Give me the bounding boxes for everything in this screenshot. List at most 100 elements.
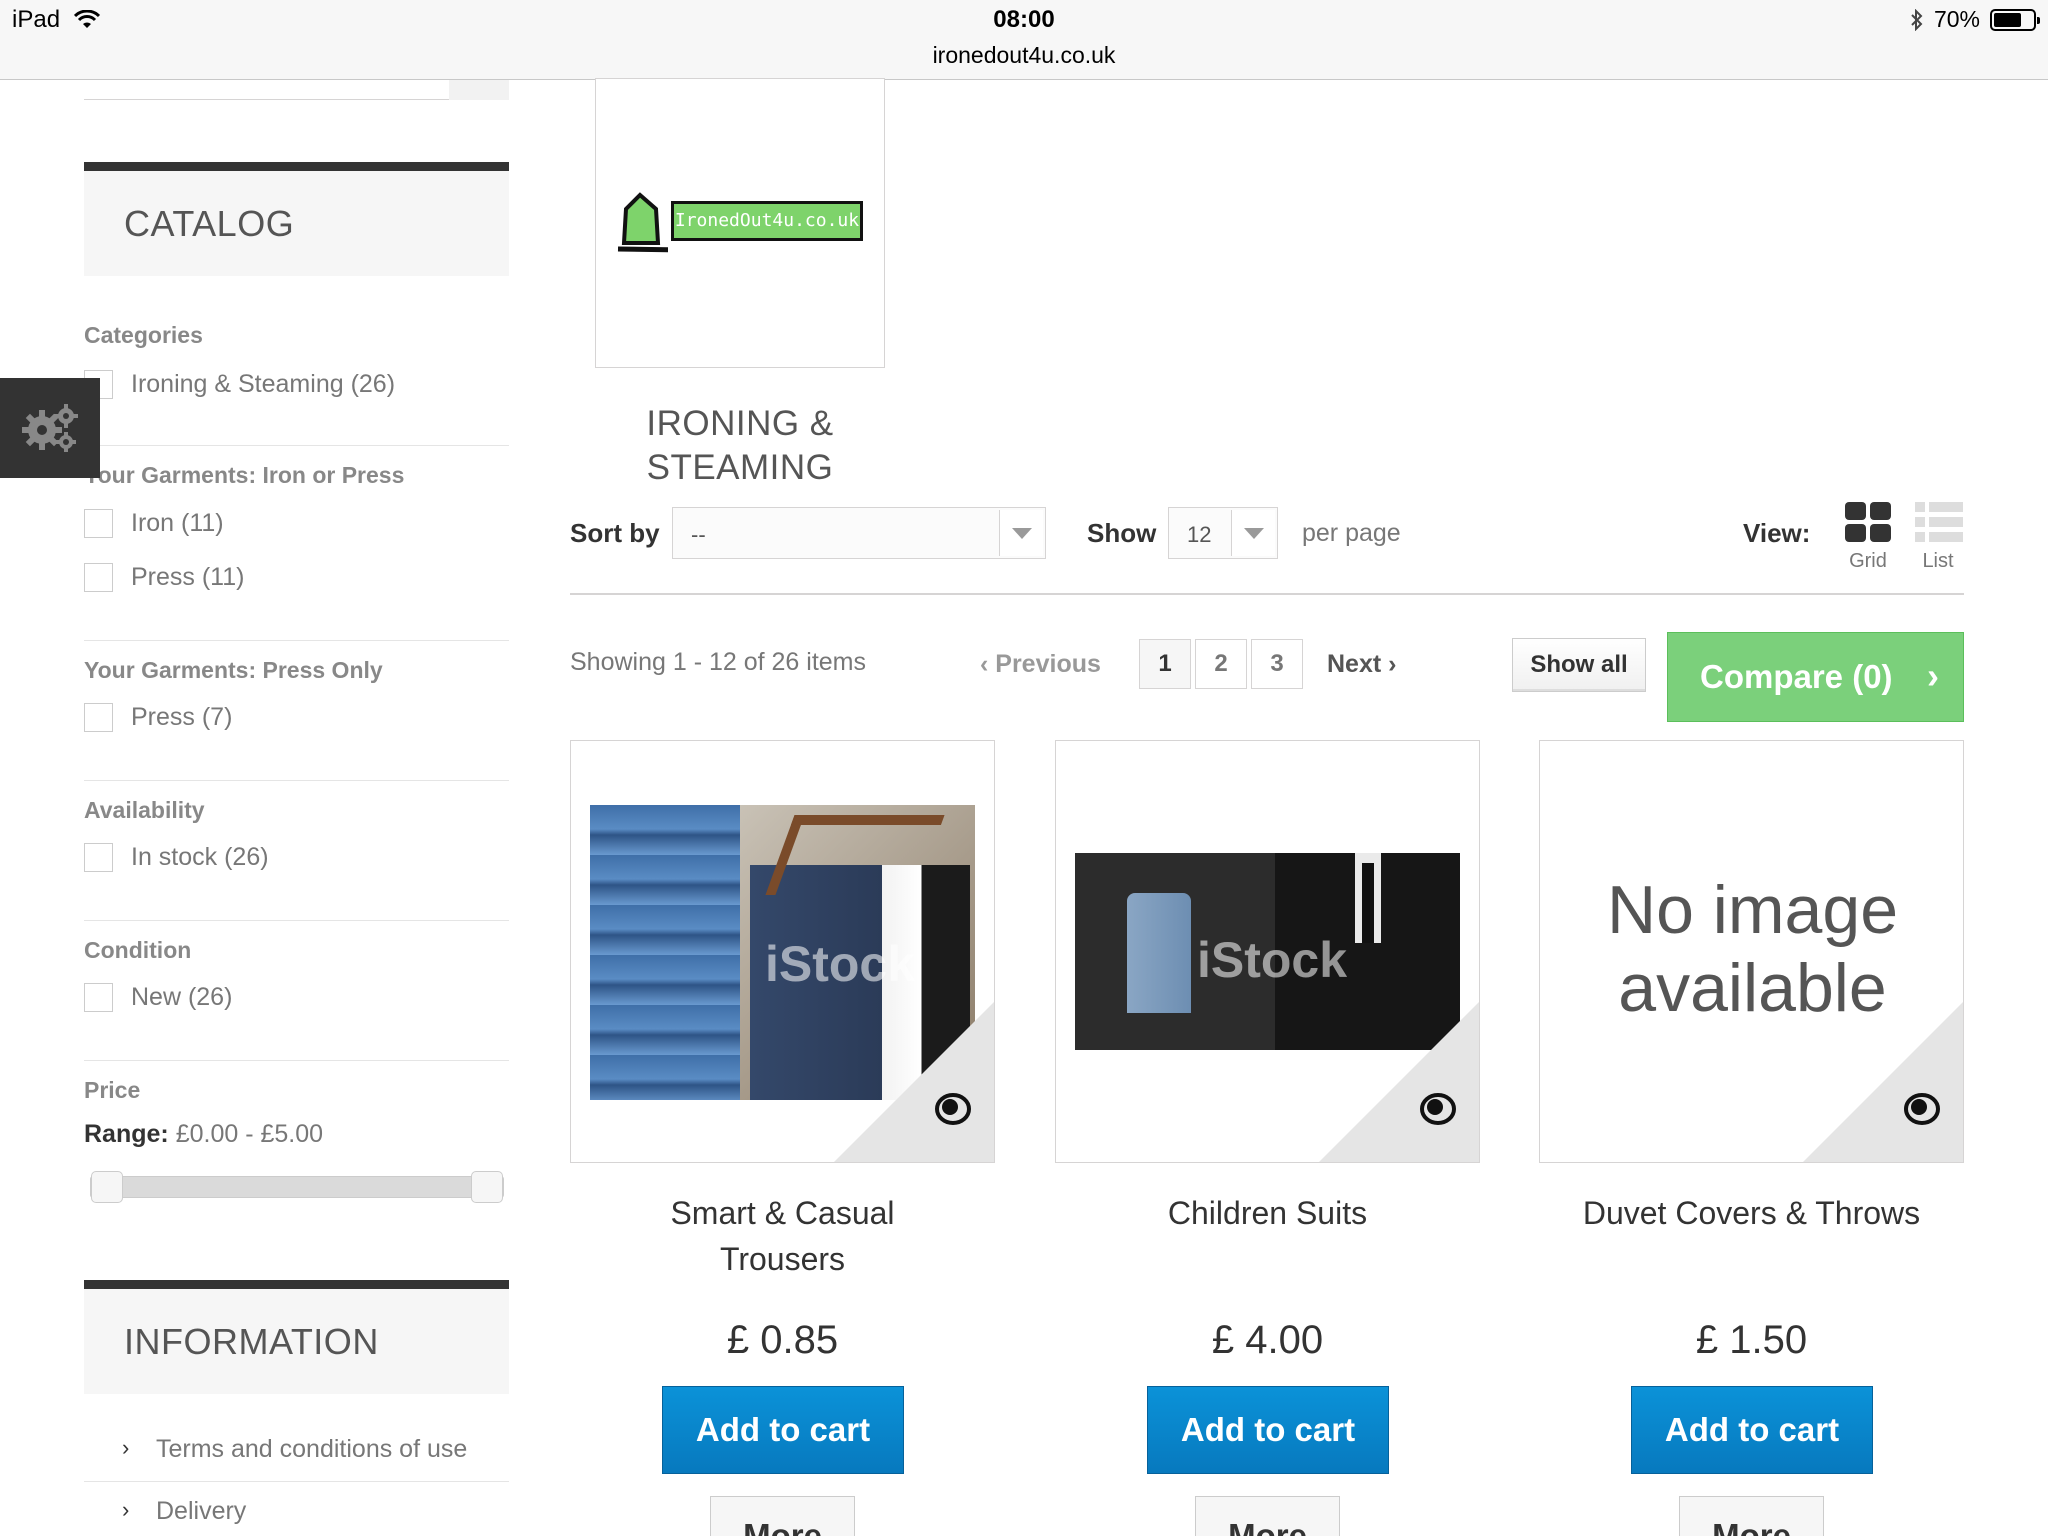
product-name-line1: Duvet Covers & Throws [1582, 1195, 1921, 1231]
product-image-children-suits[interactable]: iStock [1055, 740, 1480, 1163]
filter-heading-condition: Condition [84, 937, 192, 963]
quick-view-eye-icon[interactable] [1903, 1092, 1941, 1126]
product-name[interactable]: Smart & Casual Trousers [570, 1190, 995, 1282]
price-range-value: £0.00 - £5.00 [175, 1120, 324, 1148]
checkbox[interactable] [84, 983, 113, 1012]
checkbox[interactable] [84, 703, 113, 732]
view-list-label: List [1922, 550, 1954, 572]
card-corner [1319, 1002, 1479, 1162]
filter-option-press[interactable]: Press (11) [84, 563, 244, 592]
filter-heading-iron-or-press: Your Garments: Iron or Press [84, 462, 405, 488]
product-name[interactable]: Duvet Covers & Throws [1539, 1190, 1964, 1236]
product-image-duvet-covers-throws[interactable]: No image available [1539, 740, 1964, 1163]
logo-text: IronedOut4u.co.uk [671, 201, 863, 241]
filter-heading-availability: Availability [84, 797, 205, 823]
grid-icon [1845, 502, 1891, 542]
next-label: Next [1327, 650, 1382, 678]
filter-option-iron[interactable]: Iron (11) [84, 509, 224, 538]
product-name-line1: Children Suits [1167, 1195, 1368, 1231]
image-watermark: iStock [765, 936, 916, 992]
view-grid-button[interactable]: Grid [1838, 502, 1898, 573]
divider [84, 1481, 509, 1482]
page-button-3[interactable]: 3 [1251, 639, 1303, 689]
chevron-right-icon: › [1388, 650, 1397, 678]
page-button-1[interactable]: 1 [1139, 639, 1191, 689]
more-button[interactable]: More [710, 1496, 855, 1536]
chevron-right-icon: › [122, 1497, 130, 1522]
add-to-cart-button[interactable]: Add to cart [1631, 1386, 1873, 1474]
filter-option-press-only[interactable]: Press (7) [84, 703, 232, 732]
add-to-cart-button[interactable]: Add to cart [1147, 1386, 1389, 1474]
checkbox[interactable] [84, 509, 113, 538]
show-all-button[interactable]: Show all [1512, 638, 1646, 692]
category-heading: IRONING & STEAMING [595, 402, 885, 490]
battery-level [1994, 12, 2021, 27]
filter-option-label: Ironing & Steaming (26) [131, 370, 396, 398]
theme-settings-tab[interactable] [0, 378, 100, 478]
checkbox[interactable] [84, 843, 113, 872]
show-label: Show [1087, 518, 1157, 548]
info-link-delivery[interactable]: › Delivery [84, 1497, 509, 1526]
chevron-down-icon [999, 510, 1043, 556]
chevron-left-icon: ‹ [980, 650, 989, 678]
chevron-right-icon: › [1927, 655, 1939, 696]
filter-option-label: Press (7) [131, 703, 233, 731]
status-time: 08:00 [993, 6, 1055, 33]
product-image-smart-casual-trousers[interactable]: iStock [570, 740, 995, 1163]
divider [84, 445, 509, 446]
filter-heading-press-only: Your Garments: Press Only [84, 657, 383, 683]
product-name[interactable]: Children Suits [1055, 1190, 1480, 1236]
view-list-button[interactable]: List [1908, 502, 1968, 573]
more-button[interactable]: More [1195, 1496, 1340, 1536]
divider [84, 780, 509, 781]
gears-icon [22, 404, 78, 452]
price-slider-max-handle[interactable] [471, 1171, 503, 1203]
no-image-line1: No image [1606, 872, 1899, 948]
compare-button[interactable]: Compare (0) › [1667, 632, 1964, 722]
page-button-2[interactable]: 2 [1195, 639, 1247, 689]
filter-option-ironing-steaming[interactable]: Ironing & Steaming (26) [84, 370, 395, 399]
per-page-select[interactable]: 12 [1168, 507, 1278, 559]
next-page-button[interactable]: Next › [1327, 650, 1396, 679]
more-button[interactable]: More [1679, 1496, 1824, 1536]
filter-option-in-stock[interactable]: In stock (26) [84, 843, 269, 872]
image-watermark: iStock [1197, 932, 1348, 988]
category-heading-line1: IRONING & [646, 404, 834, 443]
price-slider-min-handle[interactable] [91, 1171, 123, 1203]
list-icon [1915, 502, 1963, 542]
previous-page-button[interactable]: ‹ Previous [980, 650, 1101, 679]
sort-by-select[interactable]: -- [672, 507, 1046, 559]
divider [84, 920, 509, 921]
add-to-cart-button[interactable]: Add to cart [662, 1386, 904, 1474]
photo-jeans-stack [590, 805, 740, 1100]
battery-icon [1990, 8, 2040, 31]
filter-option-new[interactable]: New (26) [84, 983, 232, 1012]
information-block-title: INFORMATION [84, 1280, 509, 1394]
per-page-label: per page [1302, 519, 1401, 547]
catalog-block-title: CATALOG [84, 162, 509, 276]
compare-label: Compare (0) [1700, 658, 1893, 695]
quick-view-eye-icon[interactable] [1419, 1092, 1457, 1126]
view-label: View: [1743, 518, 1811, 548]
product-price: £ 0.85 [726, 1318, 839, 1362]
card-corner [834, 1002, 994, 1162]
divider [84, 640, 509, 641]
filter-heading-price: Price [84, 1077, 141, 1103]
price-range-slider[interactable] [90, 1171, 504, 1203]
previous-label: Previous [995, 650, 1101, 678]
sort-by-label: Sort by [570, 518, 660, 548]
filter-option-label: Iron (11) [131, 509, 224, 537]
info-link-terms[interactable]: › Terms and conditions of use [84, 1435, 509, 1464]
checkbox[interactable] [84, 563, 113, 592]
filter-heading-categories: Categories [84, 322, 203, 348]
chevron-right-icon: › [122, 1435, 130, 1460]
chevron-down-icon [1231, 510, 1275, 556]
product-sort-bar: Sort by -- Show 12 per page View: Grid L… [570, 502, 1964, 595]
status-right: 70% [1910, 6, 2040, 33]
quick-view-eye-icon[interactable] [934, 1092, 972, 1126]
iron-logo-icon [617, 192, 668, 253]
product-price: £ 1.50 [1695, 1318, 1808, 1362]
address-bar-url[interactable]: ironedout4u.co.uk [0, 42, 2048, 69]
search-field-partial[interactable] [84, 80, 509, 100]
search-field-button[interactable] [449, 80, 509, 100]
